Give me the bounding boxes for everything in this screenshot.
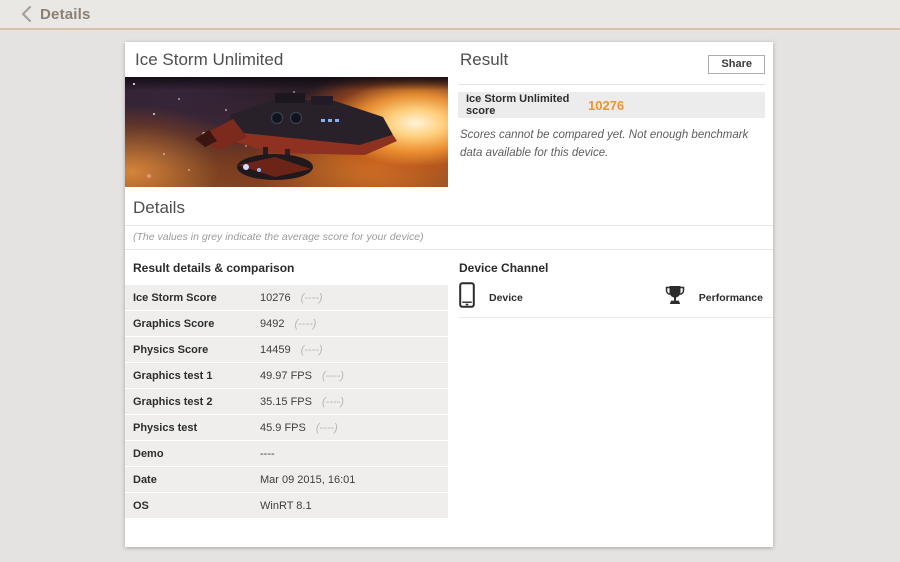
- table-row: Demo ----: [125, 441, 448, 466]
- app-screen: Details Ice Storm Unlimited Result Share…: [0, 0, 900, 562]
- device-icon: [459, 282, 475, 313]
- table-row: Graphics test 2 35.15 FPS (----): [125, 389, 448, 414]
- performance-label: Performance: [698, 291, 763, 304]
- table-row: Ice Storm Score 10276 (----): [125, 285, 448, 310]
- result-details-table-title: Result details & comparison: [133, 261, 295, 275]
- share-button[interactable]: Share: [708, 55, 765, 74]
- overall-score-row: Ice Storm Unlimited score 10276: [458, 92, 765, 118]
- device-channel-row: Device Performance: [459, 275, 773, 318]
- chevron-left-icon: [20, 5, 32, 23]
- top-bar: Details: [0, 0, 900, 30]
- details-title: Details: [133, 198, 185, 217]
- benchmark-title-header: Ice Storm Unlimited: [125, 42, 448, 77]
- grey-values-note: (The values in grey indicate the average…: [125, 226, 773, 250]
- table-row: Graphics Score 9492 (----): [125, 311, 448, 336]
- table-row: Physics test 45.9 FPS (----): [125, 415, 448, 440]
- trophy-icon: [665, 285, 685, 310]
- back-button[interactable]: Details: [20, 5, 91, 23]
- details-header: Details: [125, 190, 773, 226]
- results-card: Ice Storm Unlimited Result Share Ice Sto…: [125, 42, 773, 547]
- device-channel-column: Device Channel Device Performance: [448, 250, 773, 519]
- benchmark-artwork-image: [125, 77, 448, 187]
- table-row: Date Mar 09 2015, 16:01: [125, 467, 448, 492]
- result-title: Result: [460, 50, 509, 69]
- device-channel-item[interactable]: Device: [459, 282, 523, 313]
- table-row: Physics Score 14459 (----): [125, 337, 448, 362]
- overall-score-value: 10276: [588, 97, 625, 113]
- result-panel: Result Share Ice Storm Unlimited score 1…: [458, 42, 765, 163]
- device-channel-title: Device Channel: [459, 261, 549, 275]
- device-label: Device: [489, 291, 523, 304]
- performance-channel-item[interactable]: Performance: [665, 285, 763, 310]
- result-details-column: Result details & comparison Ice Storm Sc…: [125, 250, 448, 519]
- benchmark-title: Ice Storm Unlimited: [135, 50, 284, 69]
- table-row: OS WinRT 8.1: [125, 493, 448, 518]
- result-details-table: Ice Storm Score 10276 (----) Graphics Sc…: [125, 285, 448, 518]
- table-row: Graphics test 1 49.97 FPS (----): [125, 363, 448, 388]
- comparison-note: Scores cannot be compared yet. Not enoug…: [460, 129, 749, 159]
- details-section: Details (The values in grey indicate the…: [125, 190, 773, 519]
- spaceship-illustration: [195, 93, 397, 180]
- overall-score-label: Ice Storm Unlimited score: [466, 93, 570, 117]
- result-header: Result Share: [458, 42, 765, 85]
- page-title: Details: [40, 5, 91, 23]
